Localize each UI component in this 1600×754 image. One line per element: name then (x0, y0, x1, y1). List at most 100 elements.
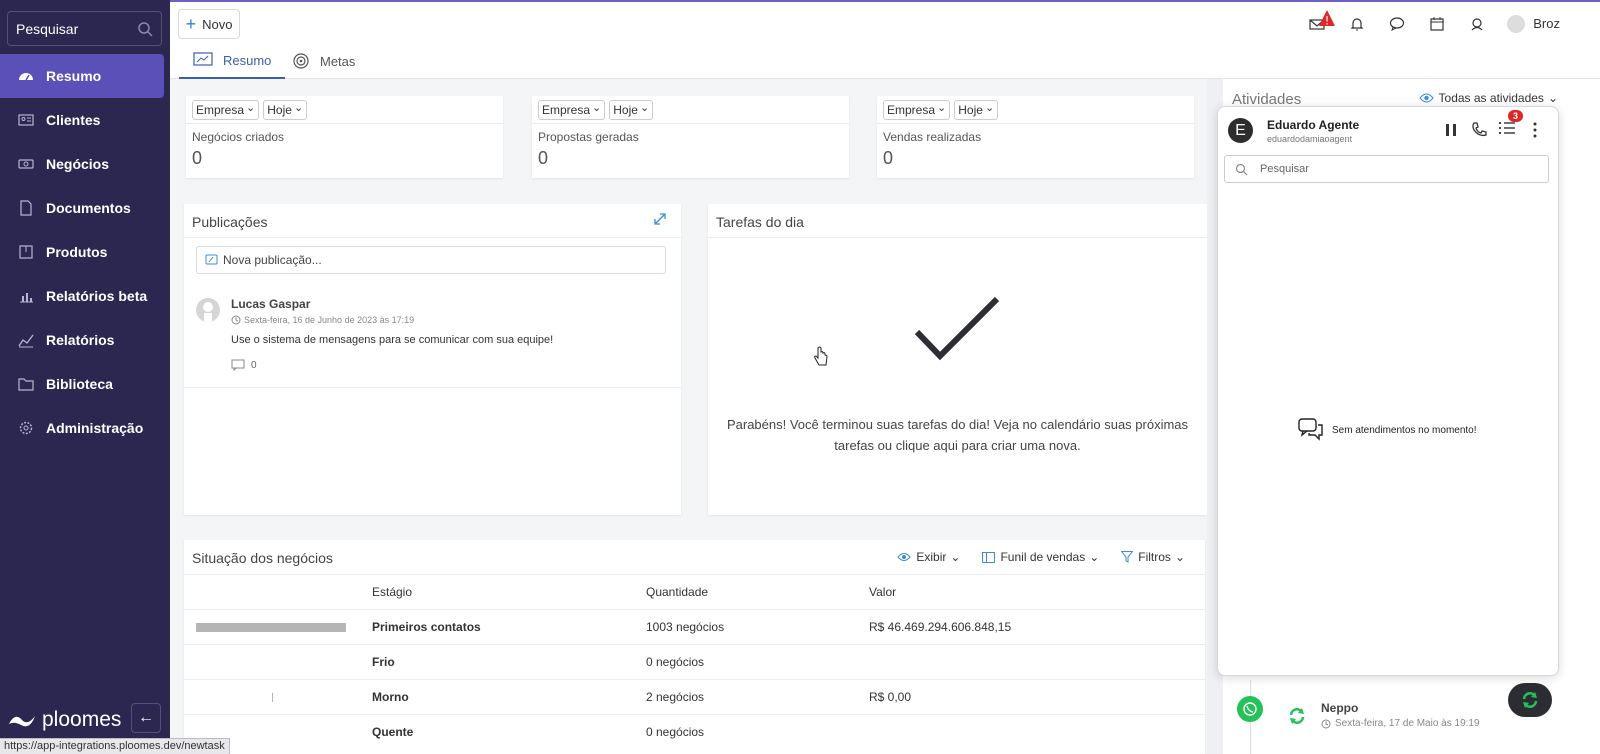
sidebar-item-negocios[interactable]: Negócios (0, 142, 170, 186)
table-row[interactable]: Primeiros contatos 1003 negócios R$ 46.4… (184, 609, 1205, 645)
sidebar-nav: Resumo Clientes Negócios Documentos Prod… (0, 54, 170, 450)
column-header: Estágio (372, 574, 646, 610)
activity-date-text: Sexta-feira, 17 de Maio às 19:19 (1335, 718, 1480, 729)
table-row[interactable]: Frio 0 negócios (184, 644, 1205, 680)
deals-actions: Exibir ⌄ Funil de vendas ⌄ Filtros ⌄ (897, 550, 1185, 564)
ploomes-wave-icon (9, 716, 35, 727)
activities-filter[interactable]: Todas as atividades ⌄ (1418, 91, 1558, 105)
stage-cell: Quente (372, 714, 646, 750)
support-button[interactable] (1457, 2, 1497, 45)
post-author[interactable]: Lucas Gaspar (231, 297, 310, 311)
metric-value: 0 (883, 148, 894, 168)
sidebar-item-administracao[interactable]: Administração (0, 406, 170, 450)
period-select[interactable]: Hoje (609, 100, 654, 120)
folder-icon (18, 376, 34, 392)
metric-value: 0 (192, 148, 203, 168)
filters-dropdown[interactable]: Filtros ⌄ (1121, 550, 1185, 564)
sync-fab-button[interactable] (1508, 683, 1552, 717)
value-cell: R$ 46.469.294.606.848,15 (869, 609, 1205, 645)
comment-icon (231, 359, 245, 371)
calendar-button[interactable] (1417, 2, 1457, 45)
tasks-message[interactable]: Parabéns! Você terminou suas tarefas do … (708, 414, 1207, 456)
tab-metas[interactable]: Metas (290, 43, 355, 79)
publications-title: Publicações (192, 214, 268, 230)
period-select[interactable]: Hoje (954, 100, 999, 120)
sync-icon (1289, 708, 1305, 724)
metric-label: Vendas realizadas (883, 130, 982, 144)
table-row[interactable]: Quente 0 negócios (184, 714, 1205, 750)
company-select[interactable]: Empresa (538, 100, 606, 120)
stage-bar-cell (184, 609, 372, 645)
company-select[interactable]: Empresa (883, 100, 951, 120)
checkmark-icon (914, 296, 1000, 361)
qty-cell: 2 negócios (646, 679, 869, 715)
post-comments[interactable]: 0 (231, 359, 257, 371)
show-dropdown[interactable]: Exibir ⌄ (897, 550, 960, 564)
divider (186, 123, 503, 124)
divider (532, 123, 849, 124)
sidebar-item-label: Produtos (46, 244, 108, 260)
agent-name: Eduardo Agente (1267, 118, 1360, 132)
period-select[interactable]: Hoje (263, 100, 308, 120)
metric-label: Negócios criados (192, 130, 285, 144)
avatar (1507, 14, 1526, 33)
deals-panel: Situação dos negócios Exibir ⌄ Funil de v… (184, 540, 1205, 754)
column-header: Quantidade (646, 574, 869, 610)
phone-icon[interactable] (1470, 121, 1488, 139)
stage-bar (272, 692, 273, 702)
show-label: Exibir (916, 550, 947, 564)
stage-cell: Primeiros contatos (372, 609, 646, 645)
alert-icon: ! (1319, 10, 1336, 26)
queue-button[interactable]: 3 (1498, 110, 1524, 140)
document-icon (18, 200, 34, 216)
filter-icon (1121, 551, 1134, 563)
new-button[interactable]: + Novo (178, 9, 240, 39)
more-vertical-icon[interactable] (1526, 121, 1544, 139)
comment-count: 0 (251, 359, 257, 371)
chevron-down-icon: ⌄ (950, 550, 961, 564)
user-menu[interactable]: Broz (1497, 14, 1600, 33)
company-select[interactable]: Empresa (192, 100, 260, 120)
top-icons: ! Broz (1297, 2, 1600, 45)
stage-bar-cell (184, 679, 372, 715)
tab-resumo[interactable]: Resumo (179, 43, 286, 79)
funnel-dropdown[interactable]: Funil de vendas ⌄ (982, 550, 1099, 564)
queue-badge: 3 (1508, 110, 1524, 122)
search-icon (138, 21, 153, 37)
sidebar-item-label: Clientes (46, 112, 101, 128)
table-row[interactable]: Morno 2 negócios R$ 0,00 (184, 679, 1205, 715)
stage-bar-cell (184, 644, 372, 680)
inbox-button[interactable]: ! (1297, 2, 1337, 45)
chat-button[interactable] (1377, 2, 1417, 45)
calendar-icon (1430, 16, 1444, 31)
sidebar-item-clientes[interactable]: Clientes (0, 98, 170, 142)
chat-widget: E Eduardo Agente eduardodamiaoagent 3 Pe… (1217, 106, 1559, 676)
expand-icon[interactable] (653, 212, 667, 226)
sidebar-item-relatorios-beta[interactable]: Relatórios beta (0, 274, 170, 318)
chevron-down-icon: ⌄ (1547, 91, 1558, 105)
pause-icon[interactable] (1442, 121, 1460, 139)
sidebar-item-produtos[interactable]: Produtos (0, 230, 170, 274)
sidebar-search[interactable]: Pesquisar (7, 11, 162, 46)
new-button-label: Novo (202, 16, 233, 32)
hand-cursor-icon (814, 346, 828, 366)
funnel-label: Funil de vendas (1000, 550, 1086, 564)
notifications-button[interactable] (1337, 2, 1377, 45)
deals-table: Estágio Quantidade Valor Primeiros conta… (184, 574, 1205, 750)
chat-search-input[interactable]: Pesquisar (1224, 155, 1549, 183)
sidebar-item-relatorios[interactable]: Relatórios (0, 318, 170, 362)
sidebar-item-documentos[interactable]: Documentos (0, 186, 170, 230)
topbar: + Novo ! Broz (170, 0, 1600, 43)
search-icon (1235, 163, 1248, 175)
money-icon (18, 156, 34, 172)
bell-icon (1350, 17, 1364, 30)
new-publication-input[interactable]: Nova publicação... (196, 246, 666, 274)
qty-cell: 0 negócios (646, 714, 869, 750)
sidebar-item-resumo[interactable]: Resumo (0, 54, 164, 98)
gear-icon (18, 420, 34, 436)
status-url: https://app-integrations.ploomes.dev/new… (0, 738, 230, 754)
stage-cell: Morno (372, 679, 646, 715)
sidebar-item-biblioteca[interactable]: Biblioteca (0, 362, 170, 406)
board-icon (982, 551, 996, 563)
collapse-sidebar-button[interactable]: ← (131, 703, 161, 733)
